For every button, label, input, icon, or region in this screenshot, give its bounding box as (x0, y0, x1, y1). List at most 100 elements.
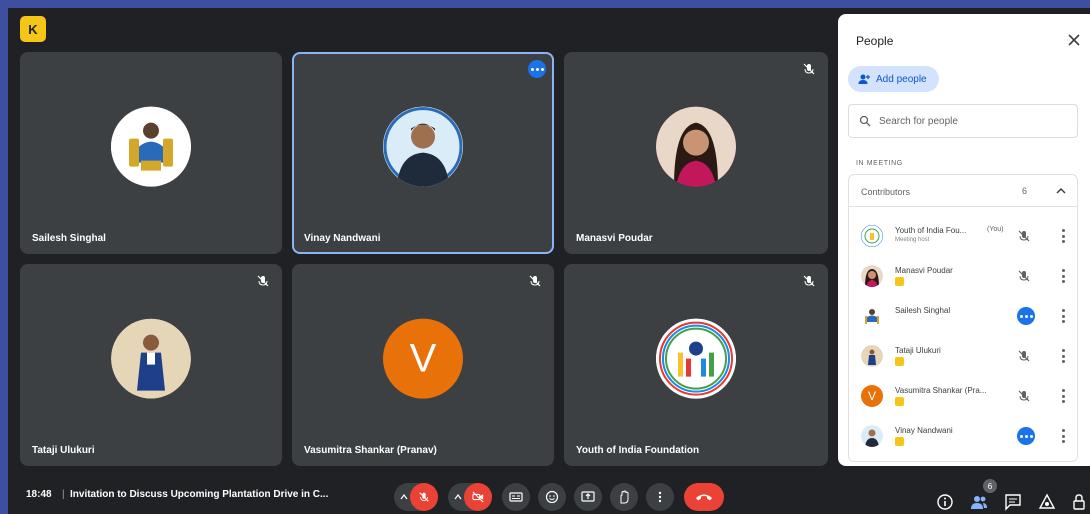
more-options-icon[interactable] (1061, 269, 1065, 283)
leave-call-button[interactable] (684, 483, 724, 511)
captions-icon (509, 492, 523, 502)
group-title: Contributors (861, 187, 911, 197)
contributors-group: Contributors 6 Youth of India Fou... (Yo… (848, 174, 1078, 462)
camera-off-icon (472, 491, 484, 503)
raise-hand-button[interactable] (610, 483, 638, 511)
host-subtitle: Meeting host (895, 237, 930, 243)
list-item[interactable]: Tataji Ulukuri (849, 337, 1077, 377)
chat-icon[interactable] (1004, 493, 1022, 511)
participant-name: Vinay Nandwani (304, 233, 381, 244)
speaking-indicator-icon[interactable] (1017, 307, 1035, 325)
people-panel: People Add people IN MEETING Cont (838, 14, 1090, 466)
host-controls-icon[interactable] (1070, 493, 1088, 511)
list-item[interactable]: V Vasumitra Shankar (Pra... (849, 377, 1077, 417)
avatar: V (383, 318, 463, 399)
people-count-badge: 6 (983, 479, 997, 493)
add-people-label: Add people (876, 73, 927, 85)
avatar (111, 318, 191, 399)
more-options-icon[interactable] (1061, 429, 1065, 443)
hand-icon (620, 490, 629, 504)
participant-tile[interactable]: Youth of India Foundation (564, 264, 828, 466)
meet-logo-icon: K (20, 16, 46, 42)
avatar (861, 225, 883, 247)
chevron-up-icon[interactable] (454, 493, 462, 501)
section-label: IN MEETING (856, 160, 903, 167)
info-icon[interactable] (936, 493, 954, 511)
camera-off-button[interactable] (464, 483, 492, 511)
divider: | (62, 489, 65, 500)
avatar (383, 106, 463, 187)
foundation-logo-icon (656, 318, 736, 399)
camera-control[interactable] (448, 483, 492, 511)
mic-off-icon (419, 492, 429, 502)
mic-off-button[interactable] (410, 483, 438, 511)
mic-off-icon (1018, 230, 1030, 242)
mic-off-icon (803, 63, 815, 75)
participant-name: Youth of India Foundation (576, 445, 700, 456)
mic-control[interactable] (394, 483, 438, 511)
more-options-icon[interactable] (1061, 229, 1065, 243)
avatar (861, 425, 883, 447)
avatar (656, 106, 736, 187)
participant-name: Sailesh Singhal (895, 306, 951, 315)
search-box[interactable] (848, 104, 1078, 138)
add-person-icon (858, 74, 870, 84)
reactions-button[interactable] (538, 483, 566, 511)
contributors-header[interactable]: Contributors 6 (849, 175, 1077, 207)
avatar (861, 305, 883, 327)
contributor-badge (895, 437, 904, 446)
chevron-up-icon[interactable] (1055, 185, 1067, 197)
add-people-button[interactable]: Add people (848, 66, 939, 92)
list-item[interactable]: Youth of India Fou... (You) Meeting host (849, 217, 1077, 257)
mic-off-icon (257, 275, 269, 287)
present-screen-icon (581, 491, 595, 502)
hang-up-icon (696, 494, 712, 501)
more-options-icon[interactable] (1061, 349, 1065, 363)
participant-name: Youth of India Fou... (895, 226, 967, 235)
chevron-up-icon[interactable] (400, 493, 408, 501)
panel-title: People (856, 34, 894, 48)
mic-off-icon (1018, 350, 1030, 362)
participant-name: Manasvi Poudar (895, 266, 953, 275)
mic-off-icon (803, 275, 815, 287)
mic-off-icon (529, 275, 541, 287)
avatar: V (861, 385, 883, 407)
participant-tile[interactable]: Manasvi Poudar (564, 52, 828, 254)
participant-name: Tataji Ulukuri (32, 445, 95, 456)
control-bar: 18:48 | Invitation to Discuss Upcoming P… (8, 474, 1090, 514)
avatar (861, 265, 883, 287)
people-icon[interactable] (970, 493, 988, 511)
contributor-badge (895, 277, 904, 286)
participant-name: Vasumitra Shankar (Pranav) (304, 445, 437, 456)
list-item[interactable]: Sailesh Singhal (849, 297, 1077, 337)
host-tag: (You) (987, 226, 1004, 233)
participant-tile-active[interactable]: Vinay Nandwani (292, 52, 554, 254)
close-icon[interactable] (1066, 32, 1082, 48)
more-options-button[interactable] (646, 483, 674, 511)
avatar (861, 345, 883, 367)
more-options-icon[interactable] (1061, 389, 1065, 403)
captions-button[interactable] (502, 483, 530, 511)
participant-tile[interactable]: Sailesh Singhal (20, 52, 282, 254)
meet-window: K Sailesh Singhal Vinay Nandwani Manasvi… (8, 8, 1090, 514)
meeting-title: Invitation to Discuss Upcoming Plantatio… (70, 489, 329, 500)
participant-name: Tataji Ulukuri (895, 346, 941, 355)
activities-icon[interactable] (1038, 493, 1056, 511)
emoji-icon (545, 490, 559, 504)
participant-tile[interactable]: Tataji Ulukuri (20, 264, 282, 466)
participant-name: Vinay Nandwani (895, 426, 953, 435)
group-count: 6 (1021, 186, 1027, 196)
contributor-badge (895, 357, 904, 366)
more-options-icon[interactable] (1061, 309, 1065, 323)
participant-tile[interactable]: V Vasumitra Shankar (Pranav) (292, 264, 554, 466)
list-item[interactable]: Vinay Nandwani (849, 417, 1077, 457)
search-input[interactable] (879, 115, 1059, 127)
avatar (111, 106, 191, 187)
speaking-indicator-icon[interactable] (1017, 427, 1035, 445)
present-button[interactable] (574, 483, 602, 511)
list-item[interactable]: Manasvi Poudar (849, 257, 1077, 297)
contributor-badge (895, 397, 904, 406)
more-options-icon[interactable] (528, 60, 546, 78)
participant-name: Manasvi Poudar (576, 233, 653, 244)
more-vert-icon (658, 491, 662, 503)
